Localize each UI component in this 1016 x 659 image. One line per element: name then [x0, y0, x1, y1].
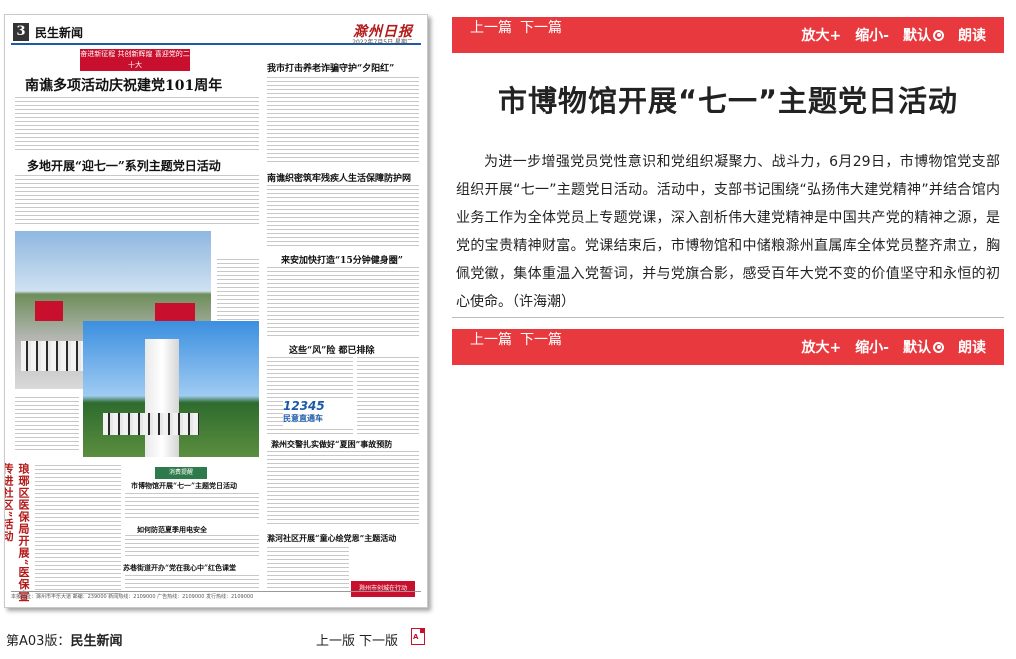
default-size-button[interactable]: 默认 — [903, 25, 944, 45]
article-nav: 上一篇 下一篇 — [470, 17, 562, 53]
article-toolbar-top: 上一篇 下一篇 放大+ 缩小- 默认 朗读 — [452, 17, 1004, 53]
article-toolbar-bottom: 上一篇 下一篇 放大+ 缩小- 默认 朗读 — [452, 329, 1004, 365]
edition-prefix: 第A03版： — [6, 634, 71, 649]
divider — [452, 317, 1004, 318]
paper-text-block — [267, 547, 349, 595]
paper-headline-6[interactable]: 这些“风”险 都已排除 — [289, 343, 375, 356]
radio-dot-icon — [933, 29, 944, 41]
zoom-out-button[interactable]: 缩小- — [855, 337, 889, 357]
paper-text-block — [15, 97, 259, 153]
zoom-out-button[interactable]: 缩小- — [855, 25, 889, 45]
hotline-badge: 12345 民意直通车 — [283, 399, 353, 429]
edition-caption: 第A03版：民生新闻 — [6, 630, 122, 649]
paper-headline-11[interactable]: 滁河社区开展“童心绘党恩”主题活动 — [267, 533, 396, 544]
paper-text-block — [267, 185, 419, 247]
paper-text-block — [217, 259, 259, 329]
paper-date: 2022年7月5日 星期二 — [352, 39, 413, 46]
paper-headline-8[interactable]: 市博物馆开展“七一”主题党日活动 — [131, 481, 237, 491]
paper-text-block — [15, 397, 79, 453]
monument — [145, 339, 179, 457]
radio-dot-icon — [933, 341, 944, 353]
paper-headline-2[interactable]: 多地开展“迎七一”系列主题党日活动 — [27, 157, 221, 174]
font-controls: 放大+ 缩小- 默认 朗读 — [801, 17, 986, 53]
paper-text-block — [15, 175, 259, 227]
paper-text-block — [267, 267, 419, 339]
paper-headline-10[interactable]: 苏巷街道开办“党在我心中”红色课堂 — [123, 563, 236, 573]
article-nav: 上一篇 下一篇 — [470, 329, 562, 365]
paper-headline-3[interactable]: 我市打击养老诈骗守护“夕阳红” — [267, 61, 394, 74]
paper-footer: 本报地址：滁州市丰乐大道 邮编：239000 新闻热线：2109000 广告热线… — [11, 591, 421, 603]
hotline-number: 12345 — [283, 399, 325, 413]
paper-headline-9[interactable]: 如何防范夏季用电安全 — [137, 525, 207, 535]
paper-text-block — [125, 535, 259, 559]
read-aloud-button[interactable]: 朗读 — [958, 25, 986, 45]
paper-headline-7[interactable]: 滁州交警扎实做好“夏困”事故预防 — [271, 439, 392, 450]
paper-page-number: 3 — [13, 23, 29, 41]
article-title: 市博物馆开展“七一”主题党日活动 — [497, 84, 959, 118]
prev-article-link[interactable]: 上一篇 — [470, 329, 512, 365]
zoom-in-button[interactable]: 放大+ — [801, 25, 841, 45]
pdf-icon[interactable]: A — [411, 628, 425, 645]
default-size-label: 默认 — [903, 340, 931, 356]
font-controls: 放大+ 缩小- 默认 朗读 — [801, 329, 986, 365]
prev-page-link[interactable]: 上一版 — [316, 630, 355, 649]
paper-section-name: 民生新闻 — [35, 26, 84, 40]
monument-photo — [83, 321, 259, 457]
next-article-link[interactable]: 下一篇 — [520, 17, 562, 53]
hotline-subtitle: 民意直通车 — [283, 414, 323, 423]
people-row — [103, 413, 199, 435]
edition-name: 民生新闻 — [70, 634, 123, 649]
page-nav: 上一版 下一版 — [316, 630, 398, 649]
prev-article-link[interactable]: 上一篇 — [470, 17, 512, 53]
default-size-label: 默认 — [903, 28, 931, 44]
paper-banner: 奋进新征程 共创新辉煌 喜迎党的二十大 — [80, 49, 190, 71]
paper-headline-5[interactable]: 来安加快打造“15分钟健身圈” — [281, 253, 403, 266]
paper-vertical-headline[interactable]: 琅琊区医保局开展“医保宣传进社区”活动 — [5, 463, 31, 607]
paper-text-block — [125, 493, 259, 521]
paper-text-block — [35, 465, 121, 595]
paper-headline-1[interactable]: 南谯多项活动庆祝建党101周年 — [25, 75, 222, 95]
paper-text-block — [357, 357, 419, 435]
paper-headline-4[interactable]: 南谯织密筑牢残疾人生活保障防护网 — [267, 171, 411, 184]
paper-text-block — [267, 451, 419, 527]
paper-text-block — [267, 77, 419, 165]
newspaper-page-image[interactable]: 3 民生新闻 滁州日报 2022年7月5日 星期二 奋进新征程 共创新辉煌 喜迎… — [4, 14, 428, 608]
next-article-link[interactable]: 下一篇 — [520, 329, 562, 365]
read-aloud-button[interactable]: 朗读 — [958, 337, 986, 357]
paper-masthead: 3 民生新闻 滁州日报 2022年7月5日 星期二 — [11, 21, 421, 46]
default-size-button[interactable]: 默认 — [903, 337, 944, 357]
zoom-in-button[interactable]: 放大+ — [801, 337, 841, 357]
article-body: 为进一步增强党员党性意识和党组织凝聚力、战斗力，6月29日，市博物馆党支部组织开… — [456, 154, 1000, 310]
party-flag — [35, 301, 63, 321]
next-page-link[interactable]: 下一版 — [359, 630, 398, 649]
paper-mini-banner: 消费提醒 — [155, 467, 207, 479]
